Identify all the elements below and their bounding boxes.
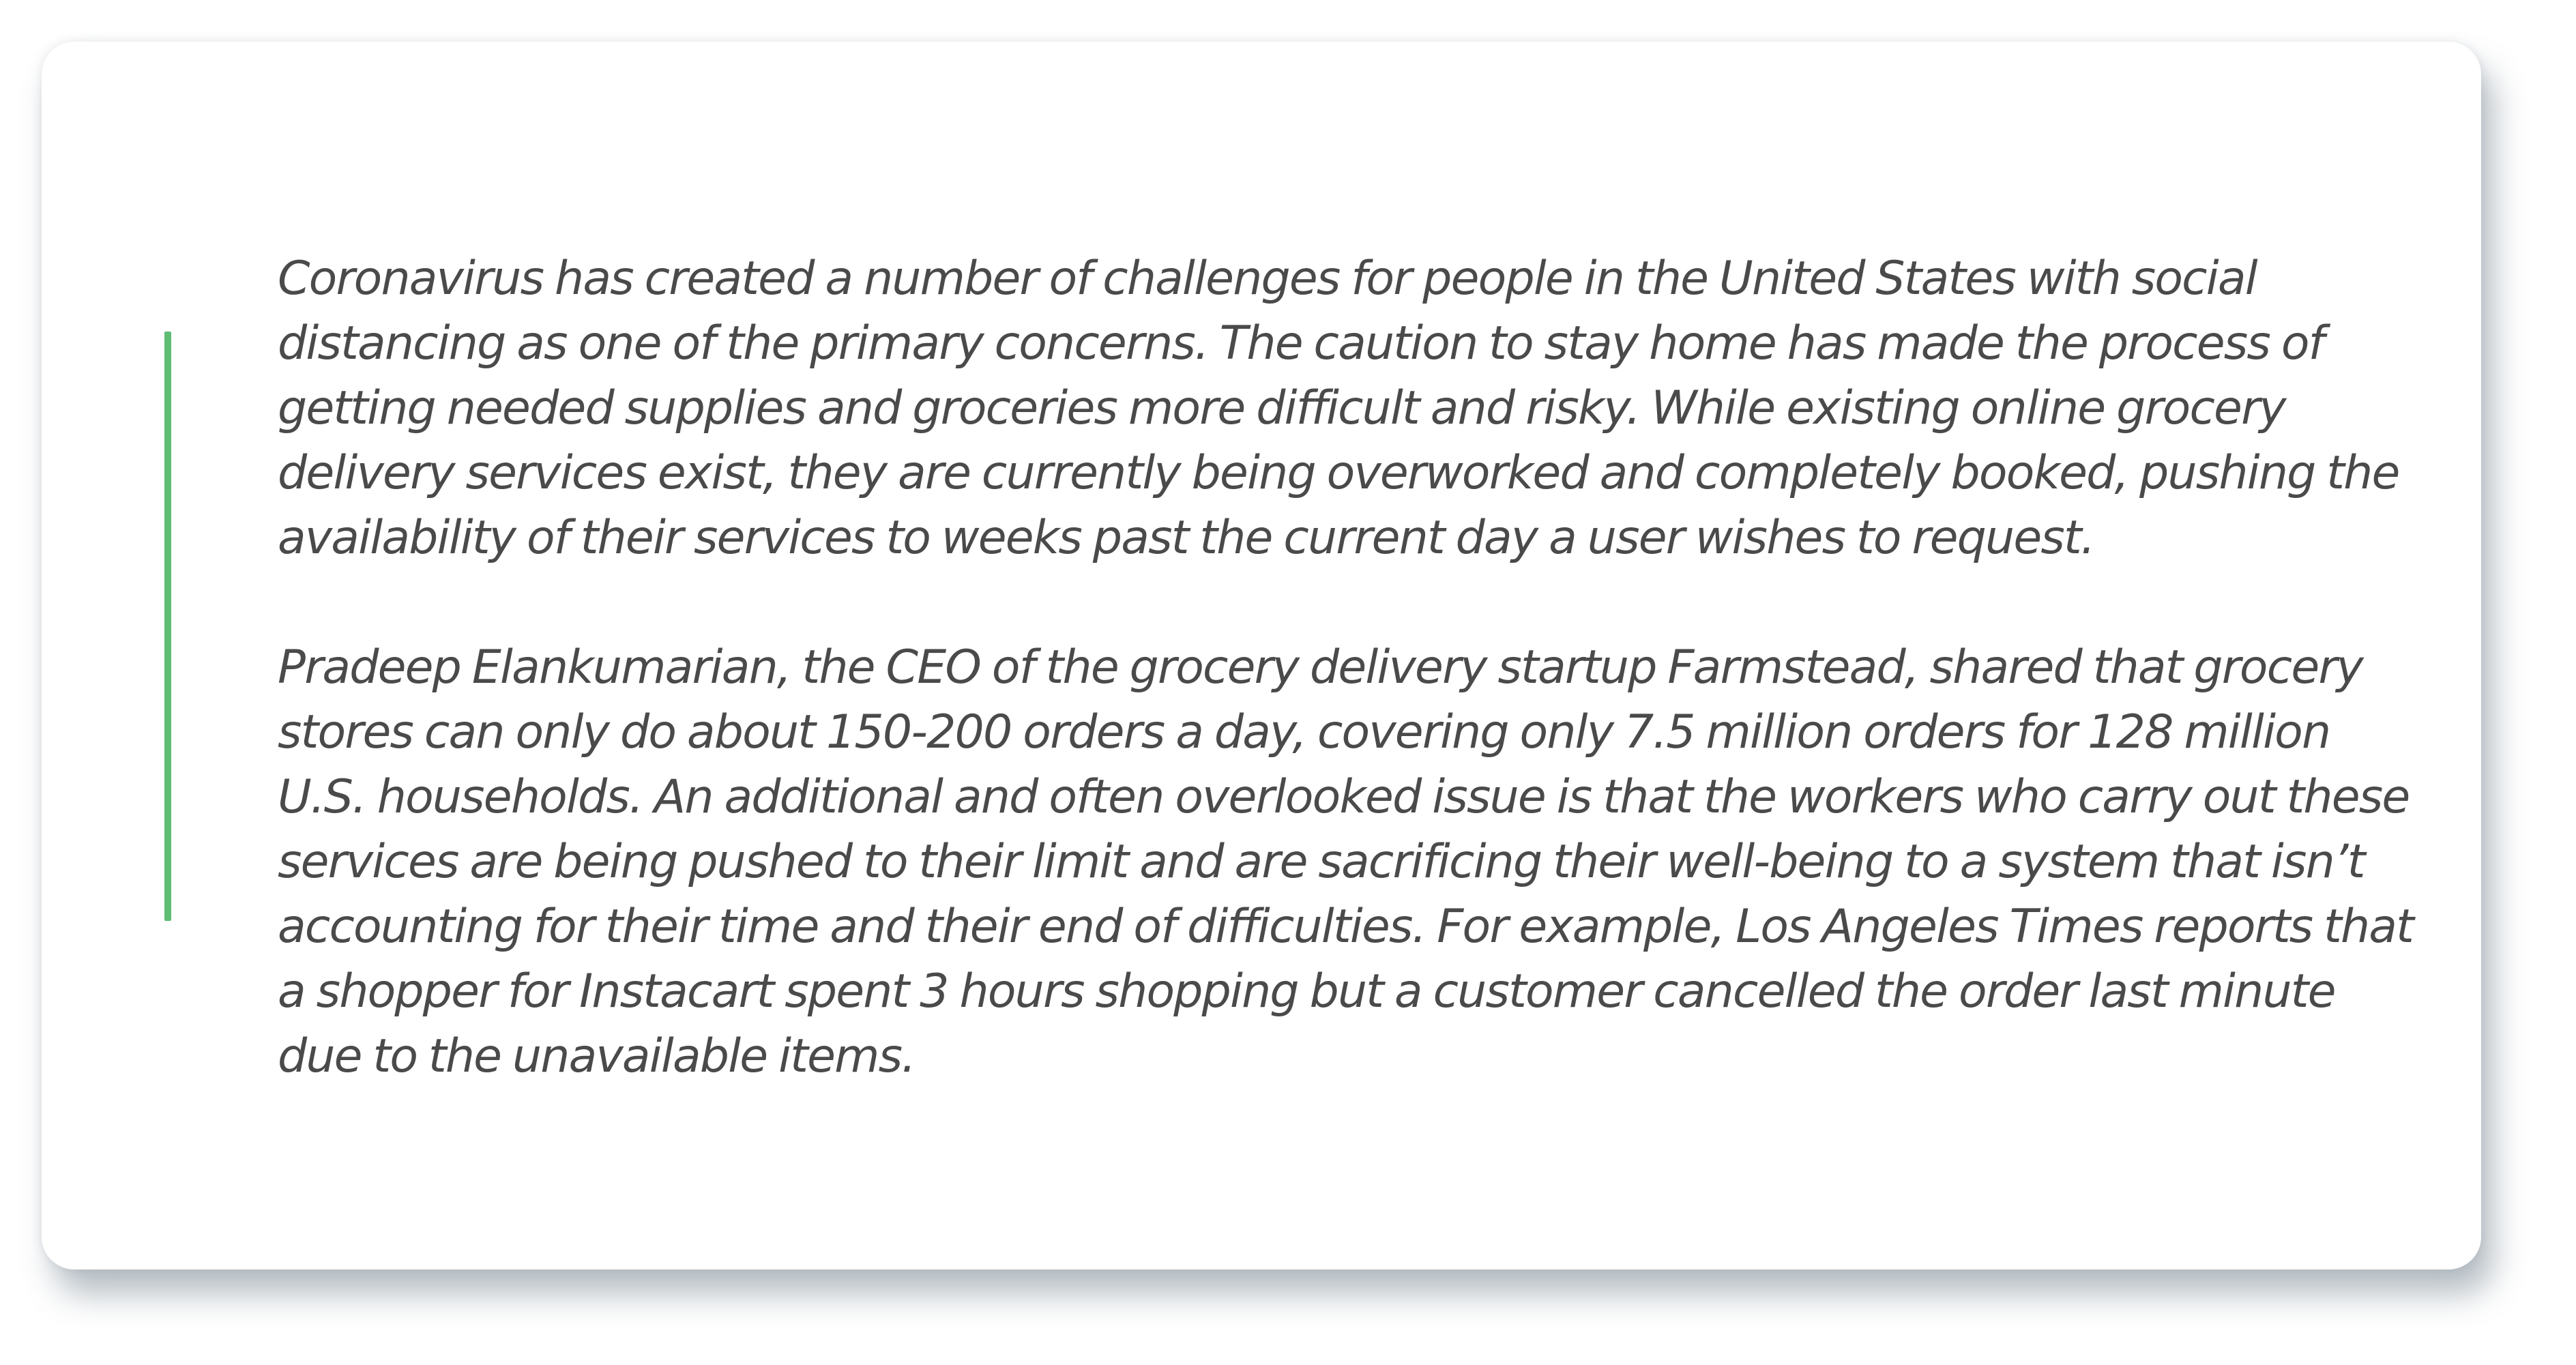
quote-card: Coronavirus has created a number of chal… <box>42 42 2481 1269</box>
paragraph-2: Pradeep Elankumarian, the CEO of the gro… <box>278 641 2414 1083</box>
paragraph-1: Coronavirus has created a number of chal… <box>278 252 2400 565</box>
quote-accent-bar <box>164 332 171 921</box>
quote-body: Coronavirus has created a number of chal… <box>278 246 2427 1089</box>
